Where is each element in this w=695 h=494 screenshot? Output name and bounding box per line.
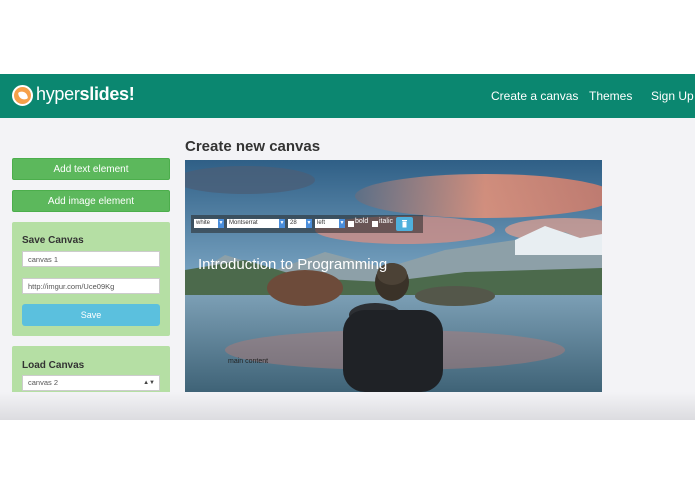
size-select[interactable]: 28 ▼: [288, 219, 312, 228]
trash-icon: [402, 220, 407, 228]
size-select-value: 28: [290, 220, 297, 226]
delete-element-button[interactable]: [396, 217, 413, 231]
save-canvas-panel: Save Canvas Save: [12, 222, 170, 336]
save-canvas-title: Save Canvas: [22, 235, 84, 246]
italic-label: italic: [379, 218, 394, 225]
nav-sign-up[interactable]: Sign Up: [651, 89, 694, 103]
bold-label: bold: [355, 218, 369, 225]
color-select-value: white: [196, 220, 211, 226]
canvas-select-value: canvas 2: [28, 378, 59, 387]
select-arrows-icon: ▲▼: [143, 380, 155, 386]
canvas-heading-text[interactable]: Introduction to Programming: [198, 256, 387, 273]
load-canvas-title: Load Canvas: [22, 360, 85, 371]
dropdown-arrow-icon: ▼: [279, 219, 285, 228]
page-title: Create new canvas: [185, 138, 321, 155]
page-fade: [0, 392, 695, 420]
navbar: hyperslides! Create a canvas Themes Sign…: [0, 74, 695, 118]
dropdown-arrow-icon: ▼: [306, 219, 312, 228]
font-select[interactable]: Montserrat ▼: [227, 219, 285, 228]
nav-themes[interactable]: Themes: [589, 89, 632, 103]
color-select[interactable]: white ▼: [194, 219, 224, 228]
add-image-element-button[interactable]: Add image element: [12, 190, 170, 212]
canvas-name-input[interactable]: [22, 251, 160, 267]
font-select-value: Montserrat: [229, 220, 258, 226]
save-button[interactable]: Save: [22, 304, 160, 326]
app-window: hyperslides! Create a canvas Themes Sign…: [0, 74, 695, 420]
canvas-main-content[interactable]: main content: [228, 358, 268, 365]
canvas-url-input[interactable]: [22, 278, 160, 294]
canvas-select[interactable]: canvas 2 ▲▼: [22, 375, 160, 391]
dropdown-arrow-icon: ▼: [339, 219, 345, 228]
bold-checkbox[interactable]: [348, 221, 354, 227]
brand-text-bold: slides: [79, 84, 130, 104]
slide-canvas[interactable]: white ▼ Montserrat ▼ 28 ▼ left ▼ bold italic: [185, 160, 602, 392]
align-select[interactable]: left ▼: [315, 219, 345, 228]
italic-checkbox[interactable]: [372, 221, 378, 227]
dropdown-arrow-icon: ▼: [218, 219, 224, 228]
text-format-toolbar: white ▼ Montserrat ▼ 28 ▼ left ▼ bold italic: [191, 215, 423, 233]
add-text-element-button[interactable]: Add text element: [12, 158, 170, 180]
nav-create-canvas[interactable]: Create a canvas: [491, 89, 578, 103]
logo-icon: [12, 85, 33, 106]
align-select-value: left: [317, 220, 326, 226]
brand-exclaim: !: [128, 84, 135, 104]
brand-logo[interactable]: hyperslides!: [36, 84, 135, 105]
brand-text: hyper: [36, 84, 80, 104]
